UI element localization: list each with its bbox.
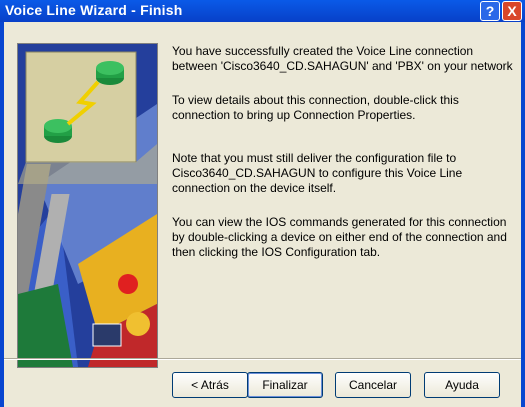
title-bar[interactable]: Voice Line Wizard - Finish ? X [0, 0, 525, 22]
ios-commands-note: You can view the IOS commands generated … [172, 215, 507, 259]
help-button[interactable]: Ayuda [424, 372, 500, 398]
window-frame-right [521, 22, 525, 407]
details-instruction: To view details about this connection, d… [172, 93, 459, 122]
illustration-graphic [18, 44, 157, 367]
cancel-button[interactable]: Cancelar [335, 372, 411, 398]
button-separator [4, 358, 521, 360]
finish-button[interactable]: Finalizar [247, 372, 323, 398]
close-icon[interactable]: X [502, 1, 522, 21]
wizard-message: You have successfully created the Voice … [172, 44, 519, 279]
voice-line-wizard-window: Voice Line Wizard - Finish ? X You have … [0, 0, 525, 407]
help-icon[interactable]: ? [480, 1, 500, 21]
success-message: You have successfully created the Voice … [172, 44, 513, 73]
wizard-client-area: You have successfully created the Voice … [4, 22, 521, 407]
window-title: Voice Line Wizard - Finish [5, 2, 183, 18]
network-wizard-illustration [17, 43, 158, 368]
deliver-config-note: Note that you must still deliver the con… [172, 151, 463, 195]
back-button[interactable]: < Atrás [172, 372, 248, 398]
